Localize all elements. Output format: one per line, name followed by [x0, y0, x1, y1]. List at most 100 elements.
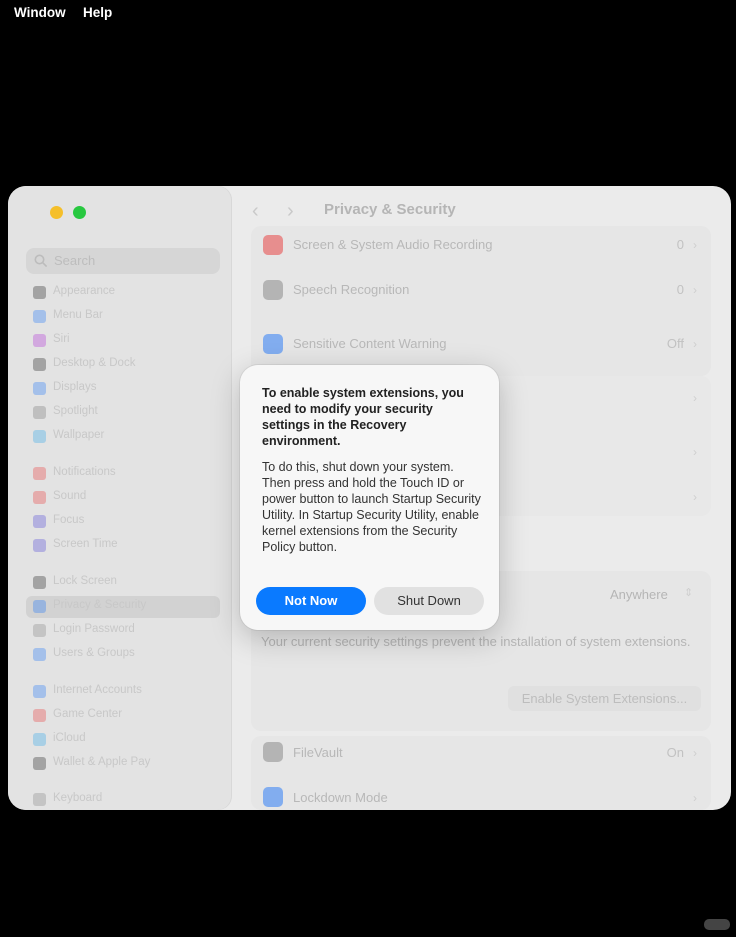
sidebar-item[interactable]: Wallet & Apple Pay	[26, 753, 220, 775]
sidebar-item[interactable]: iCloud	[26, 729, 220, 751]
sidebar-item-label: Spotlight	[53, 405, 98, 417]
dialog-message: To do this, shut down your system. Then …	[262, 460, 481, 554]
key-icon	[33, 624, 46, 637]
sidebar-item-label: Appearance	[53, 285, 116, 297]
lock-icon	[33, 576, 46, 589]
waveform-icon	[263, 280, 283, 300]
dock-icon	[33, 358, 46, 371]
screen-recording-count: 0	[676, 237, 684, 252]
sidebar-item[interactable]: Keyboard	[26, 789, 220, 810]
allow-from-select[interactable]: Anywhere	[610, 587, 668, 602]
users-icon	[33, 648, 46, 661]
sidebar-item[interactable]: Spotlight	[26, 402, 220, 424]
sound-icon	[33, 491, 46, 504]
hand-icon	[33, 600, 46, 613]
sidebar-item-label: Screen Time	[53, 538, 118, 550]
sidebar-item[interactable]: Appearance	[26, 282, 220, 304]
chevron-right-icon: ›	[693, 238, 697, 252]
system-extensions-dialog: To enable system extensions, you need to…	[240, 365, 499, 630]
sidebar-item[interactable]: Sound	[26, 487, 220, 509]
chevron-right-icon[interactable]: ›	[287, 200, 294, 223]
minimize-button[interactable]	[50, 206, 63, 219]
eye-icon	[263, 334, 283, 354]
sidebar-item-label: Wallpaper	[53, 429, 105, 441]
sidebar-item-label: Internet Accounts	[53, 684, 142, 696]
enable-system-extensions-button[interactable]: Enable System Extensions...	[508, 686, 701, 711]
gamecenter-icon	[33, 709, 46, 722]
sidebar-item[interactable]: Screen Time	[26, 535, 220, 557]
cloud-icon	[33, 733, 46, 746]
sidebar-item[interactable]: Wallpaper	[26, 426, 220, 448]
sidebar-item[interactable]: Focus	[26, 511, 220, 533]
chevron-right-icon: ›	[693, 283, 697, 297]
search-field[interactable]: Search	[26, 248, 220, 274]
siri-icon	[33, 334, 46, 347]
wallet-icon	[33, 757, 46, 770]
speech-recognition-label[interactable]: Speech Recognition	[293, 282, 409, 297]
sidebar-item[interactable]: Internet Accounts	[26, 681, 220, 703]
sidebar-item-label: iCloud	[53, 732, 86, 744]
sidebar-item-label: Keyboard	[53, 792, 103, 804]
lockdown-mode-label[interactable]: Lockdown Mode	[293, 790, 388, 805]
sidebar-item-label: Menu Bar	[53, 309, 103, 321]
displays-icon	[33, 382, 46, 395]
updown-chevron-icon: ⇕	[684, 587, 694, 599]
sidebar-item-label: Wallet & Apple Pay	[53, 756, 151, 768]
sidebar-item[interactable]: Notifications	[26, 463, 220, 485]
not-now-button[interactable]: Not Now	[256, 587, 366, 615]
sidebar-item-label: Users & Groups	[53, 647, 135, 659]
chevron-right-icon: ›	[693, 391, 697, 405]
menu-window[interactable]: Window	[14, 5, 66, 20]
sidebar-item[interactable]: Desktop & Dock	[26, 354, 220, 376]
appearance-icon	[33, 286, 46, 299]
page-title: Privacy & Security	[324, 201, 456, 218]
filevault-value: On	[666, 745, 684, 760]
shut-down-button[interactable]: Shut Down	[374, 587, 484, 615]
hand-raised-icon	[263, 787, 283, 807]
wallpaper-icon	[33, 430, 46, 443]
sidebar-item-label: Displays	[53, 381, 97, 393]
menubar-icon	[33, 310, 46, 323]
chevron-right-icon: ›	[693, 490, 697, 504]
sidebar-item[interactable]: Menu Bar	[26, 306, 220, 328]
sidebar-item[interactable]: Siri	[26, 330, 220, 352]
sidebar: Search Appearance Menu Bar Siri Desktop & D…	[8, 186, 232, 810]
sidebar-item[interactable]: Displays	[26, 378, 220, 400]
notifications-icon	[33, 467, 46, 480]
watermark-badge	[704, 919, 730, 930]
chevron-right-icon: ›	[693, 791, 697, 805]
sidebar-item[interactable]: Lock Screen	[26, 572, 220, 594]
sensitive-content-label[interactable]: Sensitive Content Warning	[293, 336, 446, 351]
menu-bar: Window Help	[0, 0, 736, 26]
screentime-icon	[33, 539, 46, 552]
sidebar-item-label: Sound	[53, 490, 87, 502]
filevault-icon	[263, 742, 283, 762]
chevron-right-icon: ›	[693, 445, 697, 459]
sidebar-item-label: Notifications	[53, 466, 116, 478]
sidebar-item[interactable]: Users & Groups	[26, 644, 220, 666]
spotlight-icon	[33, 406, 46, 419]
sidebar-item[interactable]: Game Center	[26, 705, 220, 727]
at-icon	[33, 685, 46, 698]
screen-recording-label[interactable]: Screen & System Audio Recording	[293, 237, 492, 252]
menu-help[interactable]: Help	[83, 5, 112, 20]
sidebar-item-label: Focus	[53, 514, 85, 526]
sidebar-item[interactable]: Privacy & Security	[26, 596, 220, 618]
sensitive-content-value: Off	[666, 336, 684, 351]
speech-recognition-count: 0	[676, 282, 684, 297]
keyboard-icon	[33, 793, 46, 806]
extensions-message: Your current security settings prevent t…	[261, 634, 691, 649]
zoom-button[interactable]	[73, 206, 86, 219]
chevron-left-icon[interactable]: ‹	[252, 200, 259, 223]
focus-icon	[33, 515, 46, 528]
filevault-label[interactable]: FileVault	[293, 745, 343, 760]
search-placeholder: Search	[54, 253, 96, 268]
sidebar-item-label: Lock Screen	[53, 575, 117, 587]
search-icon	[34, 254, 48, 268]
sidebar-item-label: Desktop & Dock	[53, 357, 136, 369]
sidebar-item[interactable]: Login Password	[26, 620, 220, 642]
chevron-right-icon: ›	[693, 746, 697, 760]
sidebar-item-label: Game Center	[53, 708, 123, 720]
dialog-title: To enable system extensions, you need to…	[262, 386, 464, 448]
sidebar-item-label: Login Password	[53, 623, 135, 635]
